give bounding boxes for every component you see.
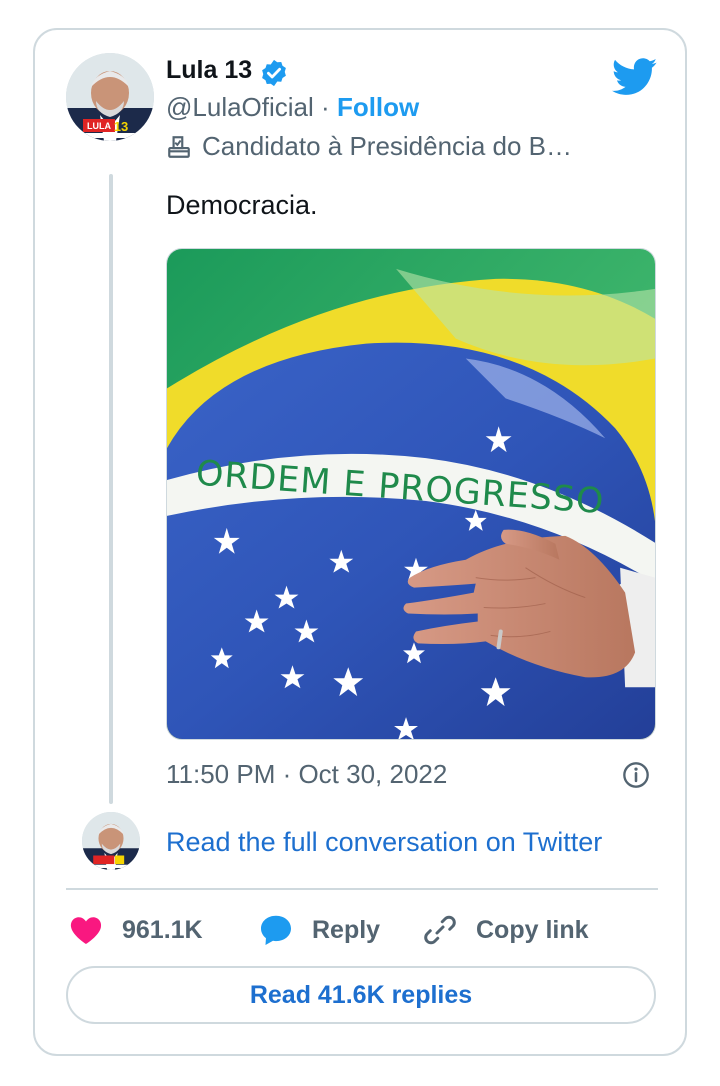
- copy-link-label: Copy link: [476, 915, 589, 944]
- avatar-badge-text: LULA: [87, 121, 111, 131]
- conversation-avatar[interactable]: [82, 812, 140, 870]
- read-replies-label: Read 41.6K replies: [249, 980, 473, 1009]
- reply-button[interactable]: Reply: [258, 910, 380, 950]
- author-handle[interactable]: @LulaOficial: [166, 92, 314, 122]
- like-count: 961.1K: [122, 915, 203, 944]
- thread-line: [109, 174, 113, 804]
- tweet-text: Democracia.: [166, 190, 318, 220]
- reply-bubble-icon: [261, 915, 291, 945]
- twitter-bird-icon[interactable]: [612, 58, 658, 96]
- handle-separator: ·: [321, 92, 330, 122]
- like-button[interactable]: 961.1K: [68, 910, 203, 950]
- info-icon[interactable]: [622, 761, 650, 789]
- verified-badge-icon: [262, 59, 286, 87]
- follow-button[interactable]: Follow: [337, 92, 419, 122]
- author-display-name[interactable]: Lula 13: [166, 56, 252, 85]
- tweet-timestamp[interactable]: 11:50 PM · Oct 30, 2022: [166, 759, 447, 790]
- ballot-box-icon: [168, 135, 190, 158]
- author-bio-row: Candidato à Presidência do B…: [166, 131, 572, 162]
- actions-divider: [66, 888, 658, 890]
- reply-label: Reply: [312, 915, 381, 944]
- heart-icon: [70, 917, 102, 944]
- tweet-media-image[interactable]: ORDEM E PROGRESSO: [166, 248, 656, 740]
- handle-row: @LulaOficial · Follow: [166, 92, 419, 123]
- read-replies-button[interactable]: Read 41.6K replies: [66, 966, 656, 1024]
- tweet-card: LULA 13 Lula 13 @LulaOficial · Follow Ca…: [33, 28, 687, 1056]
- author-avatar[interactable]: LULA 13: [66, 53, 154, 141]
- copy-link-button[interactable]: Copy link: [422, 910, 589, 950]
- avatar-badge-number: 13: [114, 119, 128, 134]
- author-bio: Candidato à Presidência do B…: [202, 131, 573, 161]
- link-icon: [424, 915, 456, 945]
- read-full-conversation-link[interactable]: Read the full conversation on Twitter: [166, 827, 602, 858]
